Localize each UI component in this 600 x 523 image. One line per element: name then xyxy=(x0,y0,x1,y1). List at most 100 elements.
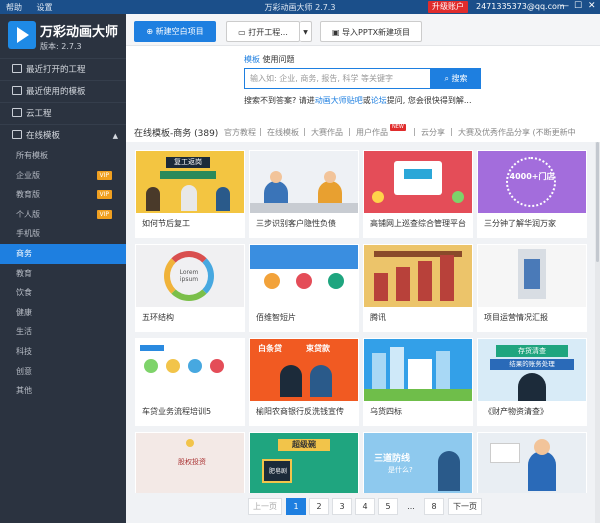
tab-online-templates[interactable]: 在线模板 xyxy=(267,127,299,138)
app-logo: 万彩动画大师 版本: 2.7.3 xyxy=(0,14,126,58)
close-icon[interactable]: ✕ xyxy=(588,1,596,11)
template-title: 佰维智短片 xyxy=(256,313,296,322)
template-thumbnail: 白条贷 束贷款 xyxy=(250,339,358,401)
template-title: 车贷业务流程培训5 xyxy=(142,407,212,416)
plus-icon: ⊕ xyxy=(146,27,156,36)
template-card[interactable]: 佰维智短片 xyxy=(249,244,359,332)
open-project-button[interactable]: ▭ 打开工程... xyxy=(226,21,300,42)
maximize-icon[interactable]: ☐ xyxy=(574,1,582,11)
toolbar: ⊕ 新建空白项目 ▭ 打开工程... ▼ ▣ 导入PPTX新建项目 xyxy=(126,14,600,46)
sidebar-sub-personal[interactable]: 个人版 VIP xyxy=(0,205,126,225)
sidebar-sub-mobile[interactable]: 手机版 xyxy=(0,224,126,244)
sidebar-sub-health[interactable]: 健康 xyxy=(0,303,126,323)
page-button-1[interactable]: 1 xyxy=(286,498,306,515)
page-button-2[interactable]: 2 xyxy=(309,498,329,515)
template-thumbnail xyxy=(250,245,358,307)
sidebar-sub-business[interactable]: 商务 xyxy=(0,243,126,264)
template-thumbnail: 4000+门店 xyxy=(478,151,586,213)
new-project-button[interactable]: ⊕ 新建空白项目 xyxy=(134,21,216,42)
vip-badge: VIP xyxy=(96,170,112,180)
forum-link[interactable]: 论坛 xyxy=(371,96,387,105)
tab-user-works[interactable]: 用户作品 xyxy=(356,127,388,138)
template-thumbnail: 复工返岗 xyxy=(136,151,244,213)
page-button-3[interactable]: 3 xyxy=(332,498,352,515)
cloud-template-icon xyxy=(12,130,22,139)
template-title: 五环结构 xyxy=(142,313,174,322)
page-button-4[interactable]: 4 xyxy=(355,498,375,515)
sidebar-item-cloud-projects[interactable]: 云工程 xyxy=(0,102,126,124)
template-title: 三分钟了解华润万家 xyxy=(484,219,556,228)
folder-icon: ▭ xyxy=(238,28,249,37)
import-pptx-button[interactable]: ▣ 导入PPTX新建项目 xyxy=(320,21,422,42)
sidebar-sub-education-edition[interactable]: 教育版 VIP xyxy=(0,185,126,205)
template-card[interactable]: 乌货四标 xyxy=(363,338,473,426)
template-title: 乌货四标 xyxy=(370,407,402,416)
search-input[interactable]: 输入如: 企业, 商务, 报告, 科学 等关键字 xyxy=(244,68,431,89)
template-card[interactable]: 股权投资 xyxy=(135,432,245,493)
open-dropdown-button[interactable]: ▼ xyxy=(300,21,312,42)
scrollbar-thumb[interactable] xyxy=(596,142,599,262)
template-card[interactable]: 高铺网上巡查综合管理平台 xyxy=(363,150,473,238)
template-card[interactable]: 白条贷 束贷款 榆阳农商银行反洗钱宣传 xyxy=(249,338,359,426)
template-card[interactable]: 腾讯 xyxy=(363,244,473,332)
sidebar-sub-creative[interactable]: 创意 xyxy=(0,362,126,382)
current-category: 在线模板-商务 (389) xyxy=(134,129,219,139)
vertical-scrollbar[interactable] xyxy=(595,142,600,523)
template-card[interactable]: 复工返岗 如何节后复工 xyxy=(135,150,245,238)
template-thumbnail xyxy=(364,245,472,307)
template-thumbnail xyxy=(364,151,472,213)
forum-link-tieba[interactable]: 动画大师贴吧 xyxy=(315,96,363,105)
page-button-5[interactable]: 5 xyxy=(378,498,398,515)
search-hint: 搜索不到答案? 请进动画大师贴吧或论坛提问, 您会很快得到解... xyxy=(244,96,472,105)
tab-help[interactable]: 使用问题 xyxy=(263,55,295,64)
template-card[interactable]: 4000+门店 三分钟了解华润万家 xyxy=(477,150,587,238)
template-thumbnail xyxy=(364,339,472,401)
sidebar-item-recent-projects[interactable]: 最近打开的工程 xyxy=(0,58,126,80)
tab-template[interactable]: 模板 xyxy=(244,55,260,64)
vip-badge: VIP xyxy=(96,209,112,219)
template-title: 三步识别客户隐性负债 xyxy=(256,219,336,228)
template-card[interactable]: 三步识别客户隐性负债 xyxy=(249,150,359,238)
tab-contest-works[interactable]: 大赛作品 xyxy=(311,127,343,138)
template-card[interactable]: 三道防线 是什么? xyxy=(363,432,473,493)
sidebar-sub-education[interactable]: 教育 xyxy=(0,264,126,284)
page-button-8[interactable]: 8 xyxy=(424,498,444,515)
sidebar: 万彩动画大师 版本: 2.7.3 最近打开的工程 最近使用的模板 云工程 在线模… xyxy=(0,14,126,523)
search-button[interactable]: ⌕ 搜索 xyxy=(431,68,481,89)
template-card[interactable]: 超级碗 肥皂剧 xyxy=(249,432,359,493)
upgrade-account-button[interactable]: 升级账户 xyxy=(428,1,468,13)
tab-excellent-share[interactable]: 大赛及优秀作品分享 (不断更新中 xyxy=(458,127,576,138)
sidebar-item-online-templates[interactable]: 在线模板 ▲ xyxy=(0,124,126,146)
template-title: 腾讯 xyxy=(370,313,386,322)
template-thumbnail: 超级碗 肥皂剧 xyxy=(250,433,358,493)
prev-page-button[interactable]: 上一页 xyxy=(248,498,282,515)
template-card[interactable]: 车贷业务流程培训5 xyxy=(135,338,245,426)
tab-cloud-share[interactable]: 云分享 xyxy=(421,127,445,138)
app-name: 万彩动画大师 xyxy=(40,25,119,40)
minimize-icon[interactable]: — xyxy=(560,1,569,11)
template-thumbnail xyxy=(250,151,358,213)
template-thumbnail xyxy=(478,433,586,493)
sidebar-sub-other[interactable]: 其他 xyxy=(0,381,126,401)
next-page-button[interactable]: 下一页 xyxy=(448,498,482,515)
app-logo-icon xyxy=(8,21,36,49)
template-card[interactable]: Lorem ipsum 五环结构 xyxy=(135,244,245,332)
chevron-up-icon: ▲ xyxy=(112,132,118,140)
template-card[interactable] xyxy=(477,432,587,493)
template-card[interactable]: 存货清查 结果的账务处理 《财产物资清查》 xyxy=(477,338,587,426)
sidebar-sub-food[interactable]: 饮食 xyxy=(0,283,126,303)
search-icon: ⌕ xyxy=(444,74,452,83)
template-card[interactable]: 项目运营情况汇报 xyxy=(477,244,587,332)
pagination: 上一页 1 2 3 4 5 ... 8 下一页 xyxy=(126,493,595,523)
sidebar-sub-life[interactable]: 生活 xyxy=(0,322,126,342)
tab-official-tutorials[interactable]: 官方教程 xyxy=(224,127,256,138)
cloud-icon xyxy=(12,108,22,117)
search-tabs: 模板 使用问题 xyxy=(244,54,295,65)
account-email[interactable]: 2471335373@qq.com xyxy=(476,2,565,11)
sidebar-sub-tech[interactable]: 科技 xyxy=(0,342,126,362)
template-title: 项目运营情况汇报 xyxy=(484,313,548,322)
sidebar-sub-enterprise[interactable]: 企业版 VIP xyxy=(0,166,126,186)
sidebar-sub-all[interactable]: 所有模板 xyxy=(0,146,126,166)
template-thumbnail: 股权投资 xyxy=(136,433,244,493)
sidebar-item-recent-templates[interactable]: 最近使用的模板 xyxy=(0,80,126,102)
